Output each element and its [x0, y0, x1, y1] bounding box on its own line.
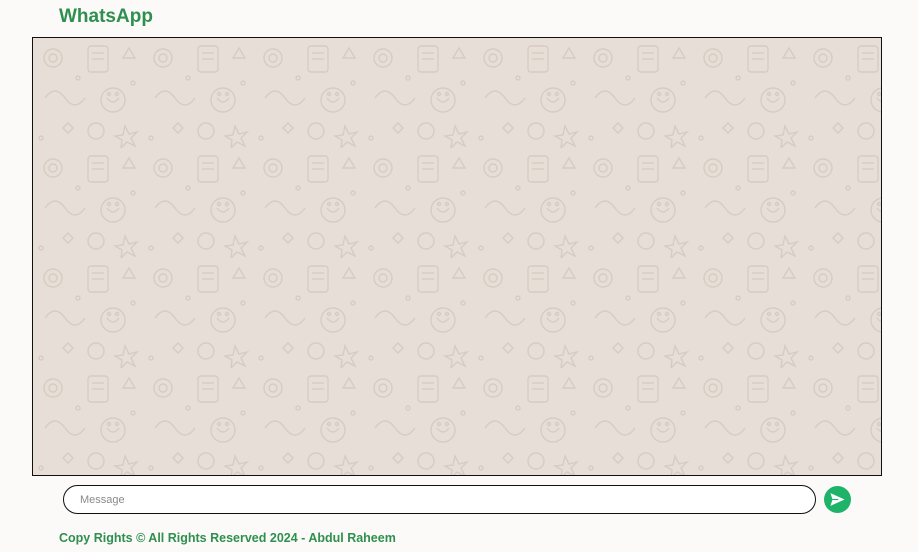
footer-copyright: Copy Rights © All Rights Reserved 2024 -… [59, 531, 396, 545]
send-button[interactable] [824, 486, 851, 513]
app-title: WhatsApp [59, 6, 153, 27]
message-input[interactable] [63, 485, 816, 514]
chat-area [32, 37, 882, 476]
send-arrow-icon [830, 493, 845, 506]
chat-background-pattern [33, 38, 881, 475]
